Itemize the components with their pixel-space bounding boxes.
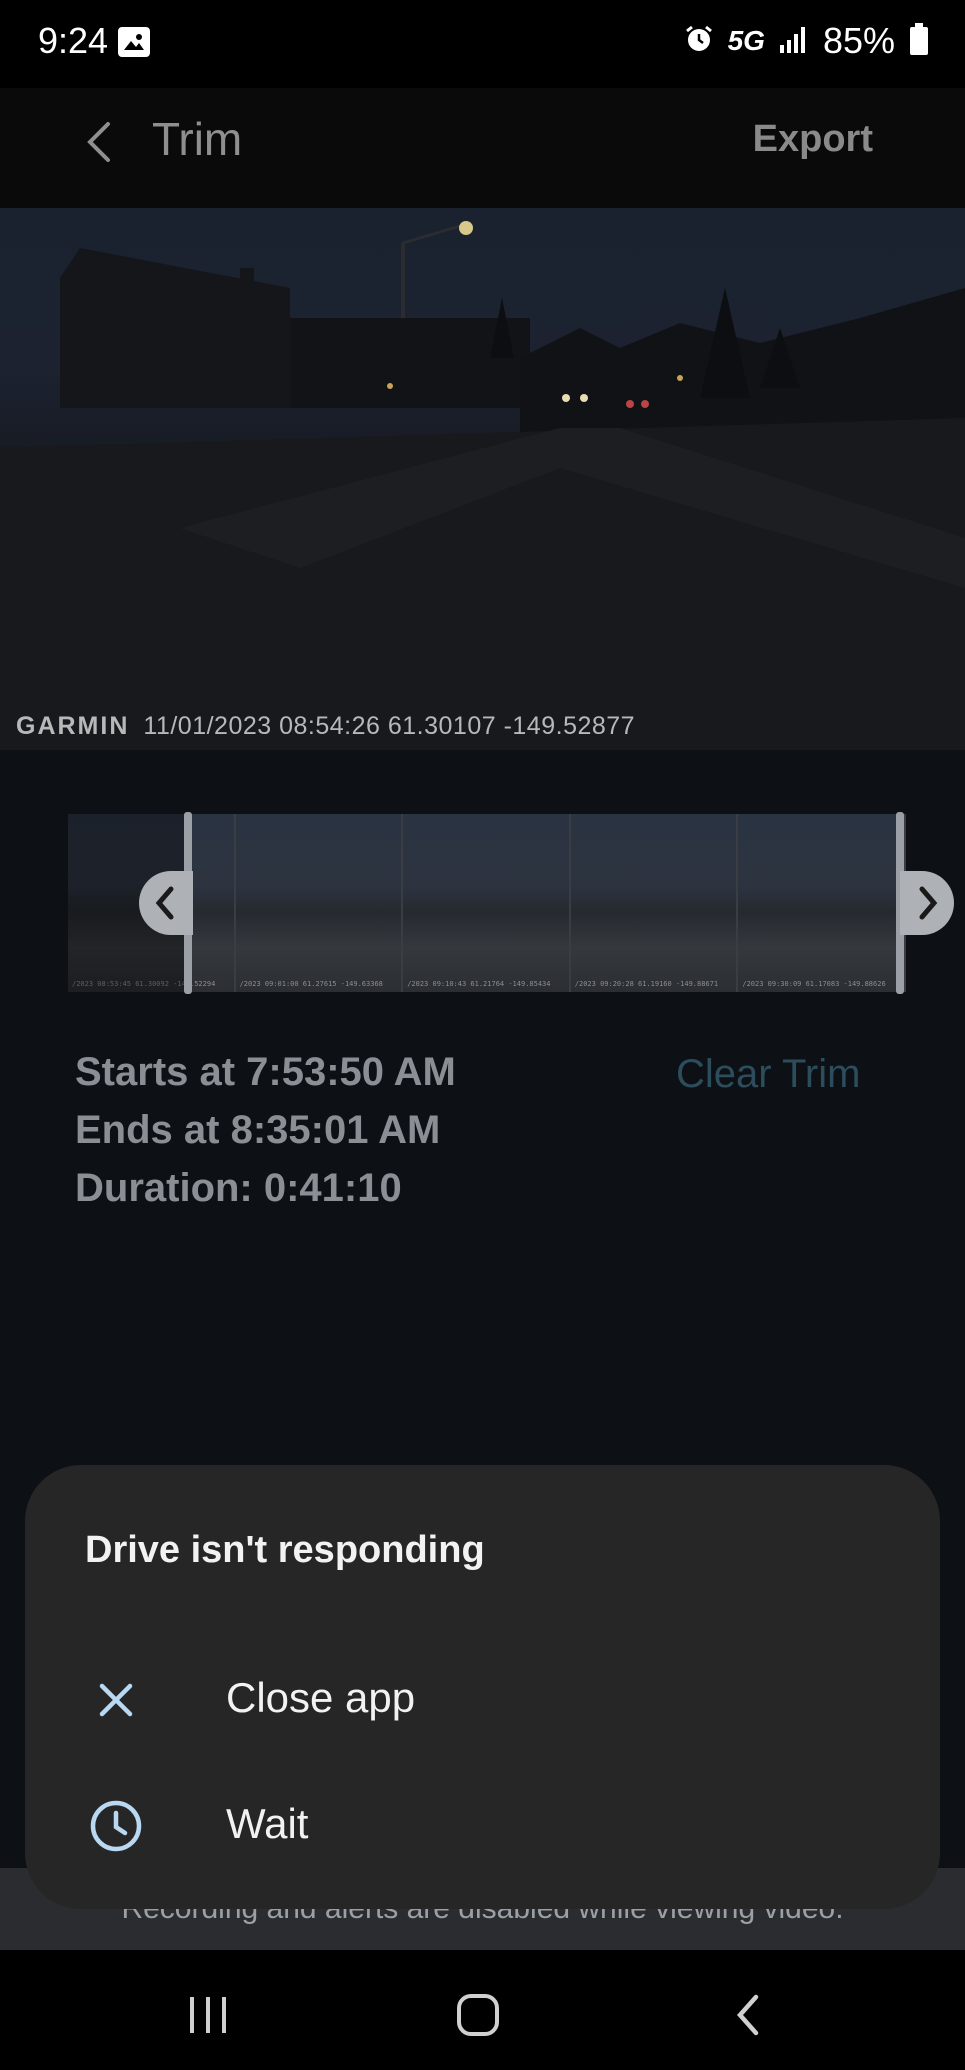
chevron-left-icon bbox=[155, 886, 174, 920]
filmstrip-frame[interactable]: /2023 09:20:28 61.19160 -149.88671 bbox=[570, 814, 739, 992]
filmstrip-frame[interactable]: /2023 09:10:43 61.21764 -149.85434 bbox=[403, 814, 571, 992]
status-time: 9:24 bbox=[38, 20, 109, 61]
page-title: Trim bbox=[152, 113, 243, 165]
battery-icon bbox=[909, 22, 929, 60]
video-player[interactable] bbox=[0, 208, 965, 750]
frame-label: /2023 09:20:28 61.19160 -149.88671 bbox=[574, 980, 719, 988]
chevron-left-icon bbox=[87, 122, 110, 162]
battery-percent: 85% bbox=[822, 20, 895, 61]
filmstrip-next-button[interactable] bbox=[900, 871, 954, 935]
clear-trim-button[interactable]: Clear Trim bbox=[676, 1052, 860, 1097]
frame-label: /2023 09:01:00 61.27615 -149.63368 bbox=[239, 980, 383, 988]
back-button[interactable] bbox=[72, 112, 132, 172]
filmstrip[interactable]: /2023 08:53:45 61.30092 -149.52294 /2023… bbox=[68, 814, 906, 992]
video-timestamp: 11/01/2023 08:54:26 61.30107 -149.52877 bbox=[143, 712, 636, 740]
clock-icon bbox=[88, 1798, 144, 1854]
gallery-icon bbox=[118, 27, 150, 57]
filmstrip-frame[interactable]: /2023 09:30:09 61.17083 -149.88626 bbox=[738, 814, 906, 992]
home-button[interactable] bbox=[438, 1985, 518, 2045]
close-app-label: Close app bbox=[226, 1674, 416, 1721]
close-icon bbox=[88, 1672, 144, 1728]
trim-duration: Duration: 0:41:10 bbox=[75, 1166, 402, 1210]
chevron-right-icon bbox=[919, 886, 938, 920]
video-frame bbox=[0, 221, 965, 750]
signal-icon bbox=[779, 25, 809, 58]
system-back-button[interactable] bbox=[708, 1985, 788, 2045]
trim-start-time: Starts at 7:53:50 AM bbox=[75, 1050, 456, 1094]
export-button[interactable]: Export bbox=[753, 118, 873, 161]
dialog-title: Drive isn't responding bbox=[85, 1529, 485, 1571]
recents-button[interactable] bbox=[168, 1985, 248, 2045]
filmstrip-frame[interactable]: /2023 09:01:00 61.27615 -149.63368 bbox=[235, 814, 404, 992]
frame-label: /2023 09:30:09 61.17083 -149.88626 bbox=[742, 980, 886, 988]
network-type: 5G bbox=[727, 25, 765, 56]
recents-icon bbox=[190, 1997, 226, 2033]
back-icon bbox=[736, 1994, 759, 2036]
dashcam-brand: GARMIN bbox=[16, 712, 130, 740]
wait-option[interactable]: Wait bbox=[25, 1766, 940, 1886]
alarm-icon bbox=[684, 24, 714, 59]
frame-label: /2023 09:10:43 61.21764 -149.85434 bbox=[407, 980, 551, 988]
status-icons: 5G 85% bbox=[684, 20, 929, 62]
wait-label: Wait bbox=[226, 1800, 309, 1847]
home-icon bbox=[457, 1994, 499, 2036]
close-app-option[interactable]: Close app bbox=[25, 1640, 940, 1760]
video-overlay-text: GARMIN 11/01/2023 08:54:26 61.30107 -149.… bbox=[16, 712, 635, 741]
trim-end-time: Ends at 8:35:01 AM bbox=[75, 1108, 441, 1152]
